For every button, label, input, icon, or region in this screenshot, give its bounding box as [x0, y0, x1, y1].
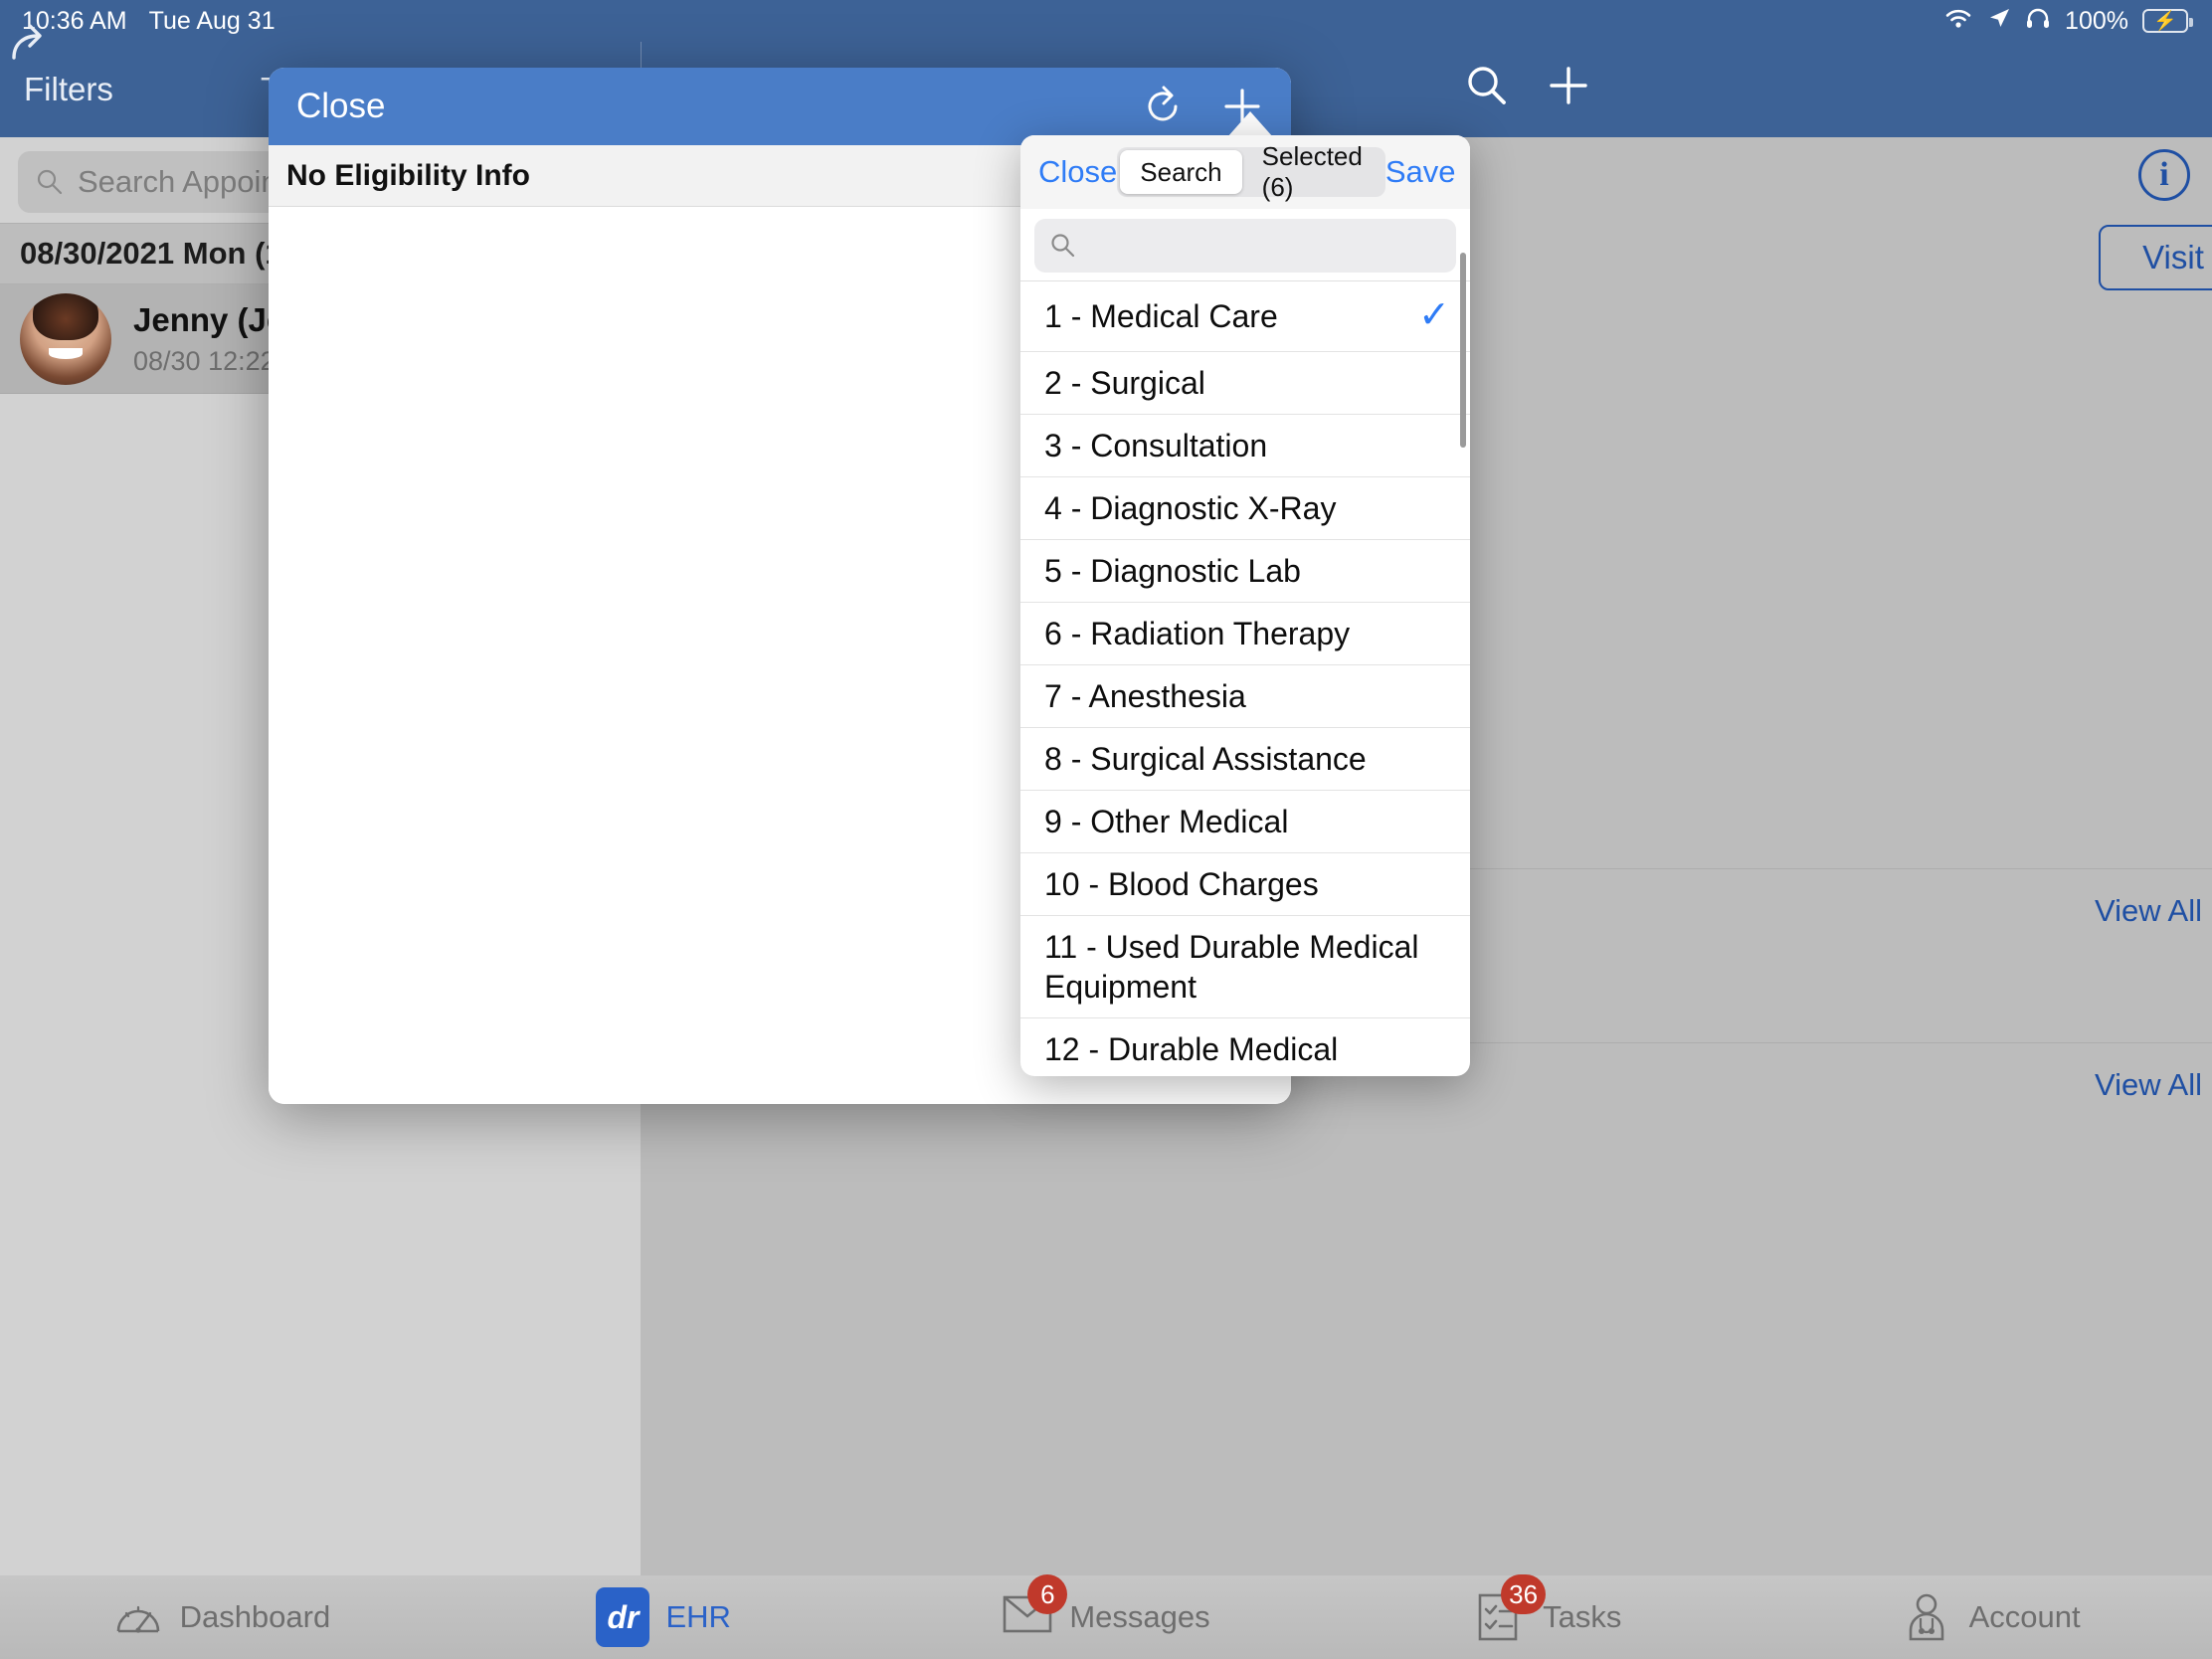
- list-item-label: 2 - Surgical: [1044, 364, 1205, 401]
- dr-logo-icon: dr: [596, 1587, 650, 1647]
- tab-messages[interactable]: 6 Messages: [885, 1574, 1328, 1643]
- list-item[interactable]: 12 - Durable Medical Equipment Purchase: [1020, 1018, 1470, 1077]
- list-item[interactable]: 3 - Consultation: [1020, 415, 1470, 477]
- tab-tasks[interactable]: 36 Tasks: [1327, 1574, 1769, 1643]
- popover-header: Close Search Selected (6) Save: [1020, 135, 1470, 209]
- list-item[interactable]: 7 - Anesthesia: [1020, 665, 1470, 728]
- envelope-icon: 6: [1002, 1574, 1068, 1643]
- popover-search-wrap: [1020, 209, 1470, 280]
- list-item-label: 4 - Diagnostic X-Ray: [1044, 489, 1337, 526]
- view-all-link[interactable]: View All: [2095, 1067, 2202, 1103]
- popover-scrollbar[interactable]: [1460, 253, 1466, 448]
- list-item-label: 8 - Surgical Assistance: [1044, 740, 1367, 777]
- popover-close-button[interactable]: Close: [1038, 154, 1117, 190]
- battery-charging-icon: ⚡: [2142, 9, 2193, 33]
- tab-label: Tasks: [1543, 1599, 1622, 1634]
- list-item-label: 9 - Other Medical: [1044, 803, 1289, 839]
- list-item-label: 1 - Medical Care: [1044, 297, 1278, 334]
- tab-label: Dashboard: [179, 1599, 331, 1634]
- list-item-label: 12 - Durable Medical Equipment Purchase: [1044, 1030, 1340, 1077]
- plus-icon[interactable]: [1546, 63, 1591, 116]
- list-item-label: 11 - Used Durable Medical Equipment: [1044, 928, 1419, 1005]
- list-item[interactable]: 6 - Radiation Therapy: [1020, 603, 1470, 665]
- filters-button[interactable]: Filters: [24, 71, 113, 108]
- service-type-list: 1 - Medical Care ✓ 2 - Surgical 3 - Consu…: [1020, 280, 1470, 1076]
- checklist-icon: 36: [1475, 1574, 1547, 1643]
- modal-header: Close: [269, 68, 1291, 145]
- no-eligibility-info-text: No Eligibility Info: [286, 158, 530, 192]
- list-item[interactable]: 11 - Used Durable Medical Equipment: [1020, 916, 1470, 1018]
- location-arrow-icon: [1987, 6, 2011, 37]
- list-item[interactable]: 10 - Blood Charges: [1020, 853, 1470, 916]
- status-bar-left: 10:36 AM Tue Aug 31: [22, 7, 276, 36]
- tab-ehr[interactable]: dr EHR: [443, 1587, 885, 1647]
- refresh-icon[interactable]: [1140, 84, 1186, 129]
- avatar: [20, 292, 111, 385]
- tab-dashboard[interactable]: Dashboard: [0, 1591, 443, 1643]
- status-bar: 10:36 AM Tue Aug 31 100% ⚡: [0, 0, 2212, 42]
- badge-count: 6: [1027, 1574, 1068, 1614]
- dashboard-gauge-icon: [112, 1591, 164, 1643]
- check-icon: ✓: [1418, 294, 1450, 336]
- tab-label: Messages: [1069, 1599, 1210, 1634]
- doctor-avatar-icon: [1902, 1591, 1953, 1643]
- list-item[interactable]: 8 - Surgical Assistance: [1020, 728, 1470, 791]
- popover-save-button[interactable]: Save: [1385, 154, 1456, 190]
- view-all-link[interactable]: View All: [2095, 893, 2202, 929]
- badge-count: 36: [1501, 1574, 1547, 1614]
- list-item-label: 6 - Radiation Therapy: [1044, 615, 1351, 651]
- status-date: Tue Aug 31: [148, 6, 276, 35]
- tab-label: EHR: [665, 1599, 731, 1634]
- list-item[interactable]: 2 - Surgical: [1020, 352, 1470, 415]
- search-icon: [1050, 233, 1076, 259]
- popover-segmented-control: Search Selected (6): [1117, 141, 1385, 202]
- modal-close-button[interactable]: Close: [296, 87, 385, 126]
- tab-label: Account: [1968, 1599, 2081, 1634]
- wifi-icon: [1943, 6, 1973, 37]
- info-icon[interactable]: i: [2138, 149, 2190, 201]
- status-bar-right: 100% ⚡: [1943, 6, 2193, 37]
- service-type-popover: Close Search Selected (6) Save 1 - Medic…: [1020, 135, 1470, 1076]
- share-icon[interactable]: [0, 16, 52, 68]
- popover-search-input[interactable]: [1034, 219, 1456, 273]
- search-icon[interactable]: [1464, 63, 1510, 116]
- segment-selected[interactable]: Selected (6): [1242, 141, 1382, 202]
- tab-account[interactable]: Account: [1769, 1591, 2212, 1643]
- list-item-label: 3 - Consultation: [1044, 427, 1268, 463]
- segment-search[interactable]: Search: [1120, 150, 1242, 194]
- tab-bar: Dashboard dr EHR 6 Messages 36 Tasks Acc…: [0, 1574, 2212, 1659]
- list-item[interactable]: 5 - Diagnostic Lab: [1020, 540, 1470, 603]
- list-item-label: 5 - Diagnostic Lab: [1044, 552, 1301, 589]
- headphones-icon: [2025, 6, 2051, 37]
- search-icon: [36, 168, 64, 196]
- list-item[interactable]: 1 - Medical Care ✓: [1020, 281, 1470, 352]
- list-item-label: 10 - Blood Charges: [1044, 865, 1319, 902]
- list-item[interactable]: 9 - Other Medical: [1020, 791, 1470, 853]
- list-item[interactable]: 4 - Diagnostic X-Ray: [1020, 477, 1470, 540]
- visit-button[interactable]: Visit: [2099, 225, 2212, 290]
- battery-percent: 100%: [2065, 6, 2128, 35]
- list-item-label: 7 - Anesthesia: [1044, 677, 1246, 714]
